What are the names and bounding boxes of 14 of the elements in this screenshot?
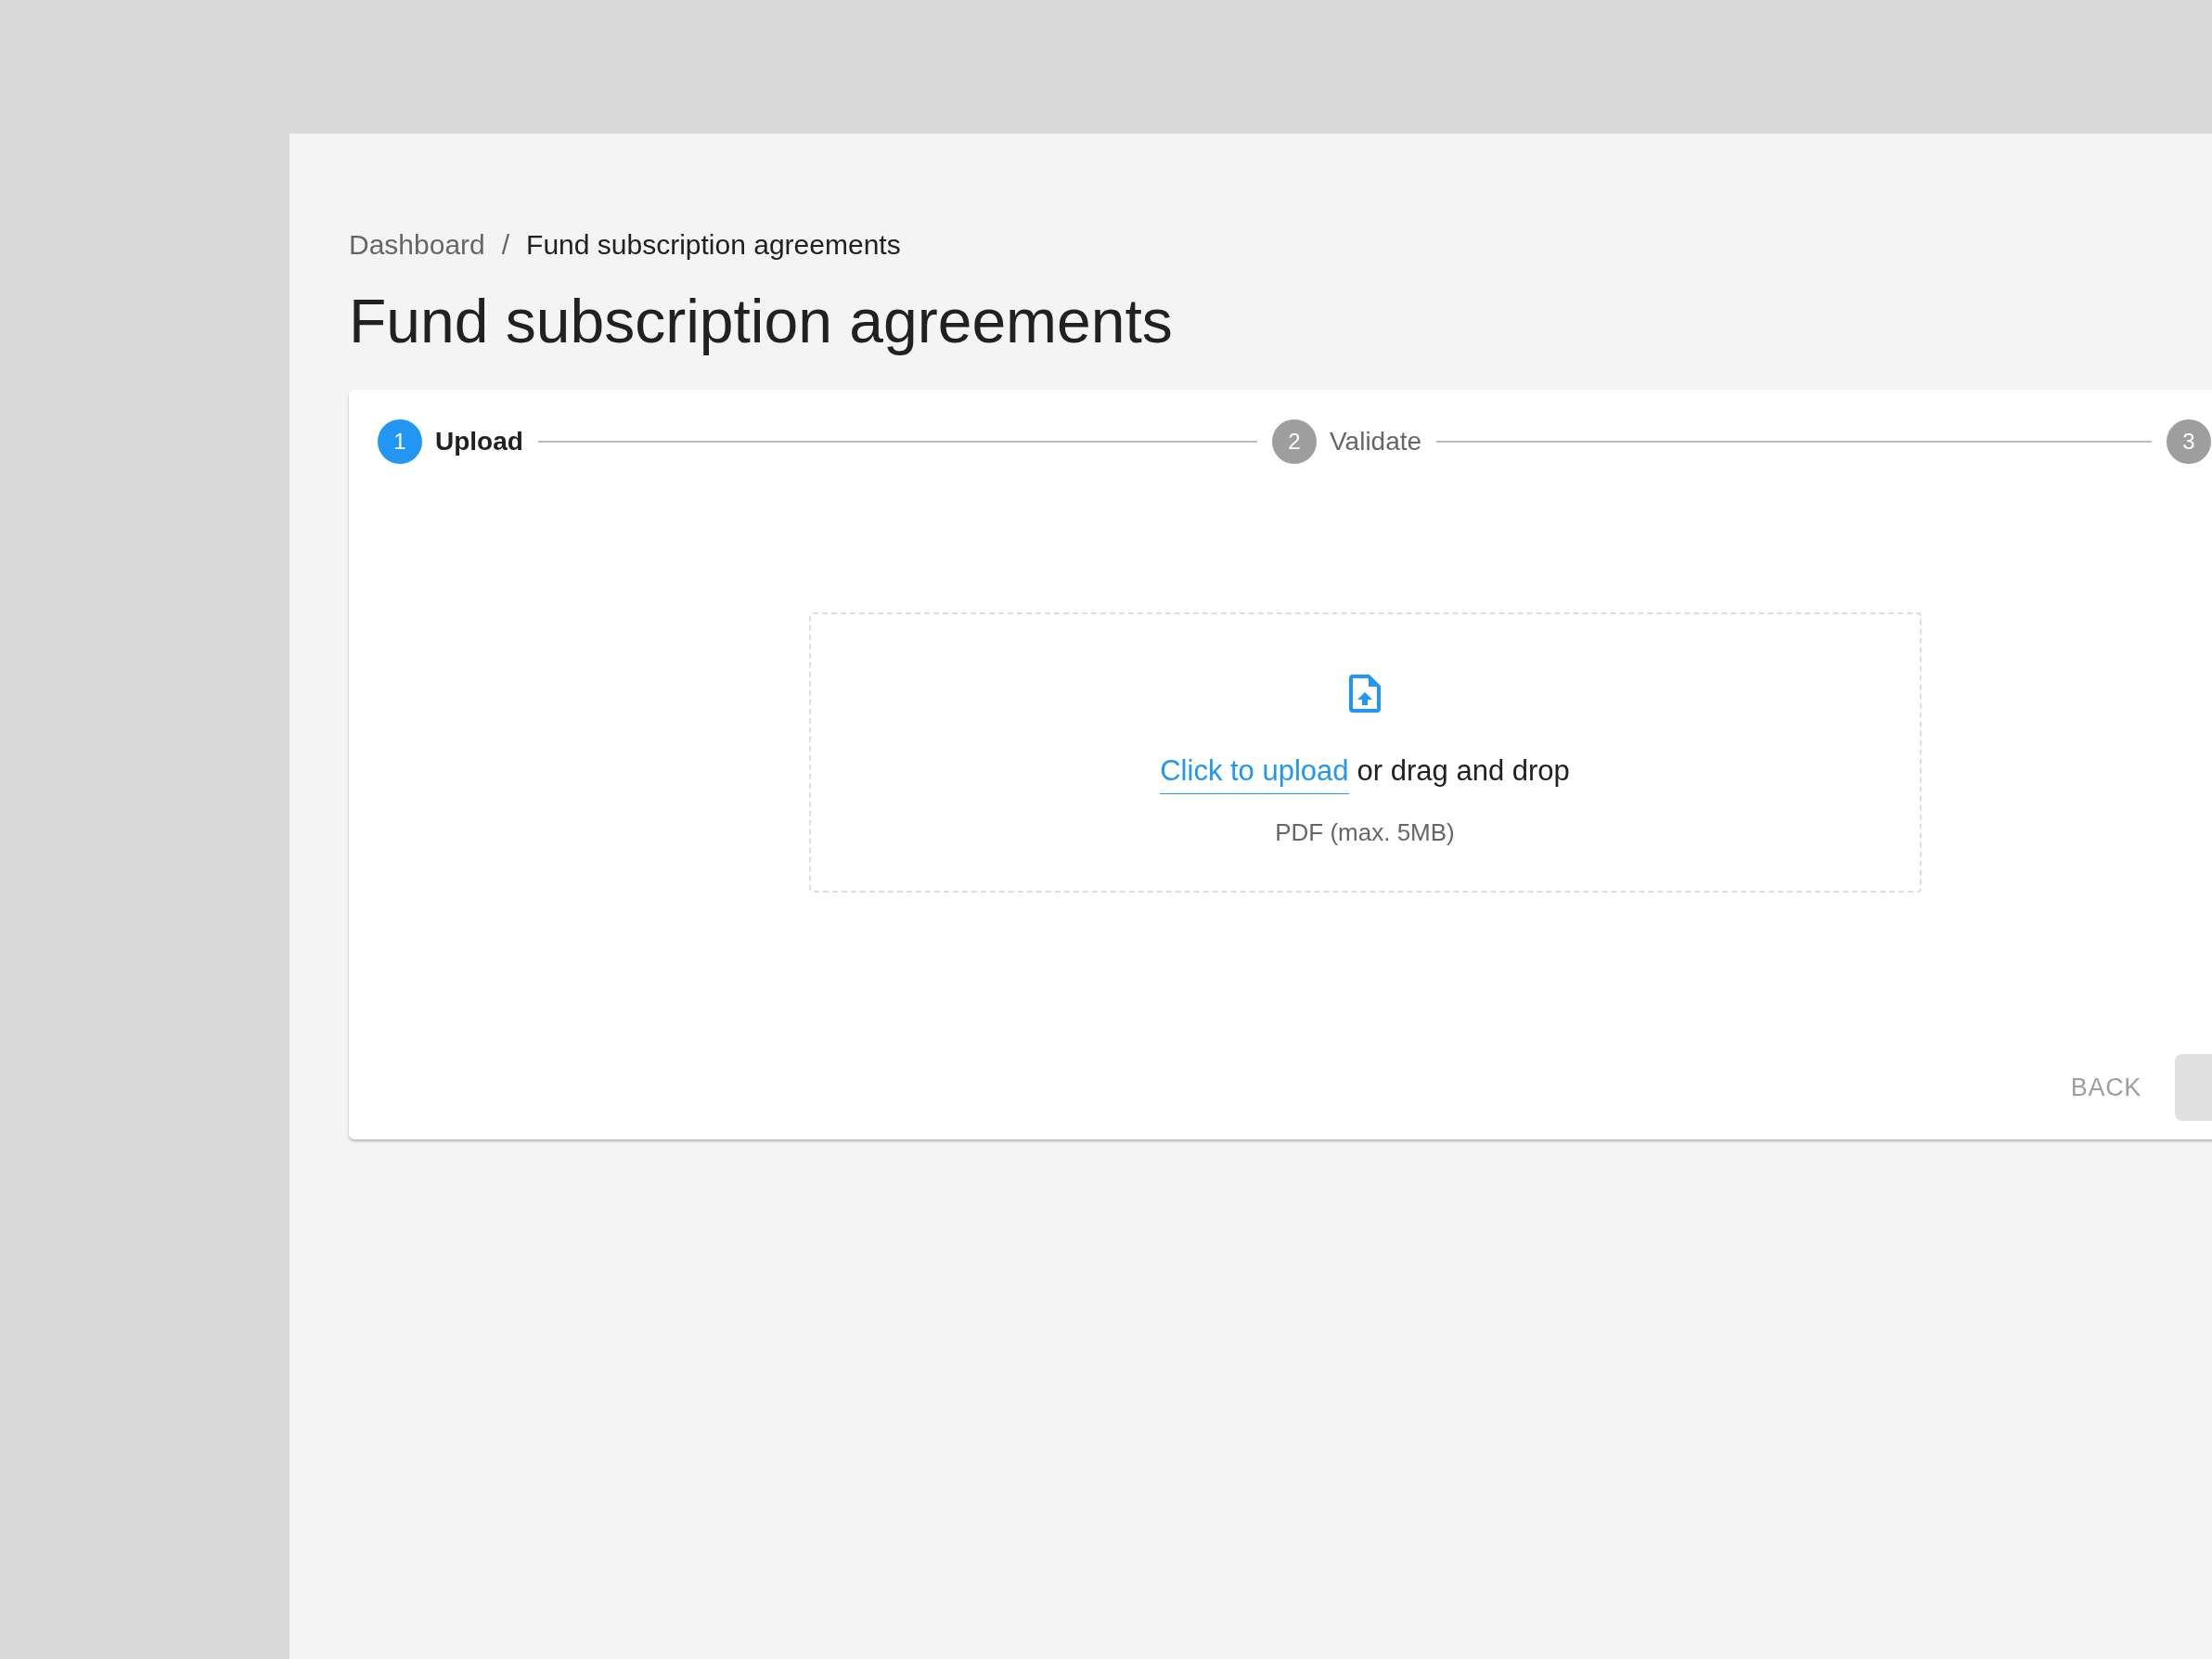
upload-link[interactable]: Click to upload [1160, 750, 1349, 794]
step-label[interactable]: Upload [435, 422, 523, 461]
step-number[interactable]: 2 [1272, 419, 1317, 464]
step-number[interactable]: 1 [378, 419, 422, 464]
dropzone[interactable]: Click to upload or drag and drop PDF (max. 5MB) [808, 612, 1922, 893]
breadcrumb-separator: / [501, 227, 510, 262]
step-number[interactable]: 3 [2167, 419, 2211, 464]
breadcrumb-link[interactable]: Dashboard [349, 223, 485, 265]
drag-drop-text: or drag and drop [1357, 753, 1570, 789]
page-title: Fund subscription agreements [349, 286, 1174, 357]
breadcrumb-current: Fund subscription agreements [526, 227, 901, 262]
file-upload-icon [1348, 674, 1382, 713]
file-hint: PDF (max. 5MB) [1275, 817, 1455, 848]
step-label[interactable]: Validate [1330, 422, 1422, 461]
